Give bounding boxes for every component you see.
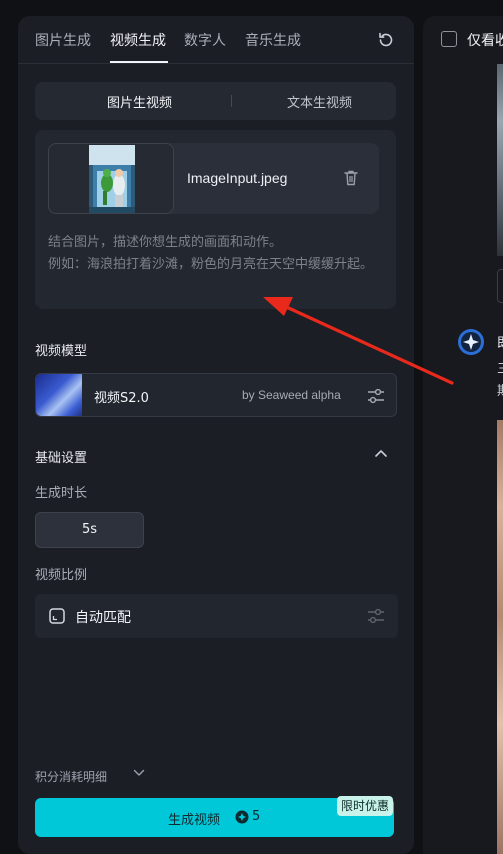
- model-section-title: 视频模型: [35, 344, 88, 359]
- tab-video-generation[interactable]: 视频生成: [110, 30, 166, 50]
- image-prompt-box[interactable]: ImageInput.jpeg 结合图片，描述你想生成的画面和动作。 例如：海浪…: [35, 130, 396, 309]
- mode-switch: 图片生视频 文本生视频: [35, 82, 396, 120]
- active-tab-indicator: [110, 61, 168, 63]
- generate-label: 生成视频: [168, 813, 221, 828]
- ratio-sliders-icon[interactable]: [367, 608, 385, 624]
- uploaded-file-card: ImageInput.jpeg: [48, 143, 379, 214]
- divider: [231, 95, 232, 107]
- tab-image-generation[interactable]: 图片生成: [35, 30, 91, 50]
- uploaded-filename: ImageInput.jpeg: [187, 170, 288, 186]
- prompt-placeholder[interactable]: 结合图片，描述你想生成的画面和动作。 例如：海浪拍打着沙滩，粉色的月亮在天空中缓…: [48, 232, 388, 276]
- thumbnail-image: [89, 145, 135, 213]
- duration-value: 5s: [81, 522, 98, 537]
- chevron-down-icon: [133, 769, 145, 776]
- duration-option-5s[interactable]: 5s: [35, 512, 144, 548]
- basic-settings-title: 基础设置: [35, 451, 88, 466]
- generate-cost: 5: [252, 809, 261, 824]
- credit-coin-icon: [235, 810, 249, 824]
- assistant-avatar-icon: [458, 329, 484, 355]
- result-image[interactable]: [497, 64, 503, 256]
- sliders-icon[interactable]: [367, 388, 385, 404]
- tab-bar: 图片生成 视频生成 数字人 音乐生成: [18, 16, 414, 64]
- image-thumbnail[interactable]: [48, 143, 174, 214]
- result-video-preview[interactable]: [497, 420, 503, 854]
- video-generation-panel: 图片生成 视频生成 数字人 音乐生成 图片生视频 文本生视频 ImageInpu…: [18, 16, 414, 854]
- ratio-label: 视频比例: [35, 568, 88, 583]
- prompt-placeholder-text: 结合图片，描述你想生成的画面和动作。 例如：海浪拍打着沙滩，粉色的月亮在天空中缓…: [48, 235, 374, 272]
- aspect-ratio-icon: [49, 608, 65, 624]
- model-provider: by Seaweed alpha: [242, 388, 341, 402]
- generate-video-button[interactable]: 生成视频 5 限时优惠: [35, 796, 394, 837]
- text-to-video-option[interactable]: 文本生视频: [287, 92, 352, 111]
- tab-music-generation[interactable]: 音乐生成: [245, 30, 301, 50]
- ratio-selector[interactable]: 自动匹配: [35, 594, 398, 638]
- only-view-checkbox[interactable]: [441, 31, 457, 47]
- result-action-box[interactable]: [497, 269, 503, 303]
- cost-detail-label: 积分消耗明细: [35, 770, 108, 784]
- model-thumbnail: [36, 374, 82, 416]
- model-selector[interactable]: 视频S2.0 by Seaweed alpha: [35, 373, 397, 417]
- refresh-icon[interactable]: [376, 30, 396, 50]
- assistant-message-line1: 三: [497, 358, 503, 377]
- model-name: 视频S2.0: [94, 391, 149, 406]
- chevron-up-icon[interactable]: [374, 448, 388, 458]
- promo-badge: 限时优惠: [337, 796, 394, 816]
- only-view-label[interactable]: 仅看收: [467, 30, 503, 50]
- duration-label: 生成时长: [35, 486, 88, 501]
- results-panel: 仅看收 即 三 期: [423, 16, 503, 854]
- image-to-video-option[interactable]: 图片生视频: [107, 92, 172, 111]
- trash-icon[interactable]: [343, 169, 359, 187]
- cost-detail-toggle[interactable]: 积分消耗明细: [35, 766, 145, 785]
- assistant-message-title: 即: [497, 332, 503, 351]
- assistant-message-line2: 期: [497, 380, 503, 399]
- ratio-value: 自动匹配: [75, 610, 131, 626]
- tab-digital-human[interactable]: 数字人: [184, 30, 226, 50]
